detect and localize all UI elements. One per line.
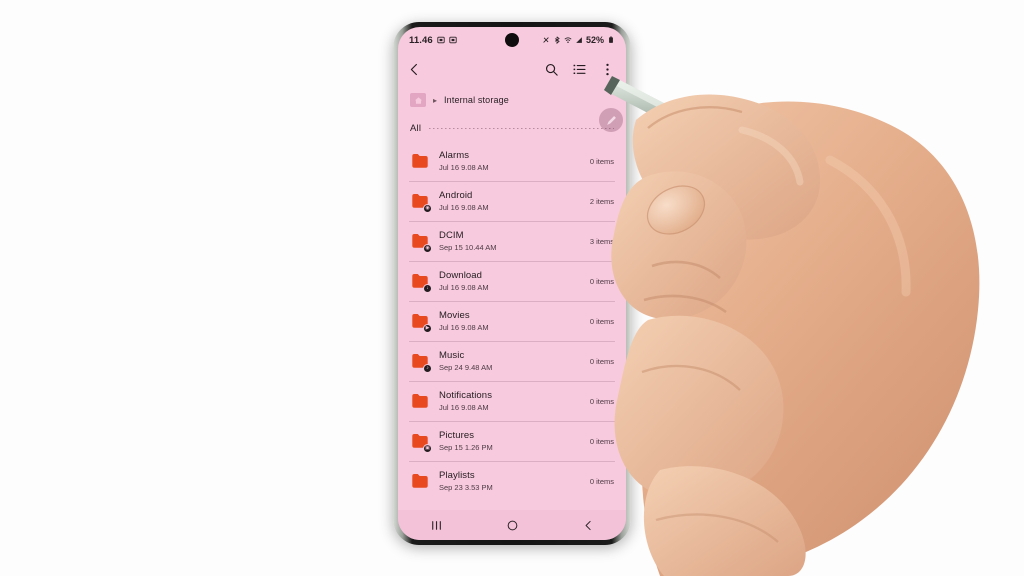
nfc-icon (543, 37, 549, 43)
file-date: Jul 16 9.08 AM (439, 402, 489, 412)
file-name: Music (439, 349, 465, 361)
file-name: Notifications (439, 389, 493, 401)
file-item-count: 0 items (589, 276, 614, 286)
file-list-item[interactable]: ▶ Movies Jul 16 9.08 AM 0 items (398, 301, 626, 341)
phone-device: 11.46 52% ▸ Internal storage All Alarms … (393, 22, 631, 545)
folder-music-icon: ♪ (409, 350, 432, 373)
folder-camera-icon: ◉ (409, 230, 432, 253)
file-list-item[interactable]: Playlists Sep 23 3.53 PM 0 items (398, 461, 626, 501)
file-info: Movies Jul 16 9.08 AM (439, 310, 590, 333)
app-toolbar (398, 53, 626, 85)
file-item-count: 0 items (589, 436, 614, 446)
stylus-pointer-icon (599, 108, 623, 132)
home-icon[interactable] (506, 519, 519, 532)
signal-icon (576, 37, 582, 43)
file-info: Notifications Jul 16 9.08 AM (439, 390, 590, 413)
file-name: Pictures (439, 429, 475, 441)
navigation-bar[interactable] (398, 510, 626, 540)
folder-icon (409, 390, 431, 412)
wifi-icon (564, 37, 572, 43)
file-info: Alarms Jul 16 9.08 AM (439, 150, 590, 173)
back-arrow-icon[interactable] (407, 62, 422, 77)
file-info: DCIM Sep 15 10.44 AM (439, 230, 590, 253)
file-name: Movies (439, 309, 470, 321)
file-info: Playlists Sep 23 3.53 PM (439, 470, 590, 493)
home-folder-icon[interactable] (410, 93, 426, 107)
file-name: Android (439, 189, 473, 201)
phone-screen: 11.46 52% ▸ Internal storage All Alarms … (398, 27, 626, 540)
notification-badge-icon (437, 36, 445, 44)
screenshot-canvas: 11.46 52% ▸ Internal storage All Alarms … (0, 0, 1024, 576)
file-date: Jul 16 9.08 AM (439, 322, 489, 332)
file-info: Android Jul 16 9.08 AM (439, 190, 590, 213)
file-list-item[interactable]: ▣ Pictures Sep 15 1.26 PM 0 items (398, 421, 626, 461)
file-date: Sep 15 1.26 PM (439, 442, 493, 452)
folder-type-badge: ↓ (423, 284, 432, 293)
file-item-count: 0 items (589, 396, 614, 406)
search-icon[interactable] (544, 62, 559, 77)
breadcrumb-path-label[interactable]: Internal storage (444, 95, 509, 105)
folder-icon (409, 150, 431, 172)
file-item-count: 3 items (589, 236, 614, 246)
breadcrumb-separator-icon: ▸ (433, 95, 438, 105)
more-options-icon[interactable] (600, 62, 615, 77)
folder-type-badge: ▶ (423, 324, 432, 333)
file-list-item[interactable]: Alarms Jul 16 9.08 AM 0 items (398, 141, 626, 181)
front-camera-punch-hole (505, 33, 519, 47)
list-view-icon[interactable] (572, 62, 587, 77)
breadcrumb[interactable]: ▸ Internal storage (398, 85, 626, 115)
battery-percent-label: 52% (585, 35, 604, 45)
file-item-count: 0 items (589, 476, 614, 486)
file-list-item[interactable]: ♪ Music Sep 24 9.48 AM 0 items (398, 341, 626, 381)
back-icon[interactable] (582, 519, 595, 532)
status-bar-left: 11.46 (409, 35, 457, 46)
folder-system-icon: ◉ (409, 190, 432, 213)
notification-badge-icon (449, 36, 457, 44)
file-list[interactable]: Alarms Jul 16 9.08 AM 0 items ◉ Android Jul 1… (398, 141, 626, 501)
section-label: All (410, 122, 422, 134)
file-date: Sep 15 10.44 AM (439, 242, 497, 252)
file-name: DCIM (439, 229, 464, 241)
file-list-item[interactable]: ◉ DCIM Sep 15 10.44 AM 3 items (398, 221, 626, 261)
status-bar: 11.46 52% (398, 27, 626, 53)
battery-icon (609, 36, 613, 43)
file-list-item[interactable]: ◉ Android Jul 16 9.08 AM 2 items (398, 181, 626, 221)
folder-download-icon: ↓ (409, 270, 432, 293)
status-bar-clock: 11.46 (409, 34, 433, 46)
file-date: Jul 16 9.08 AM (439, 162, 489, 172)
file-list-item[interactable]: ↓ Download Jul 16 9.08 AM 0 items (398, 261, 626, 301)
recents-icon[interactable] (430, 519, 443, 532)
file-item-count: 0 items (589, 316, 614, 326)
file-date: Sep 24 9.48 AM (439, 362, 493, 372)
bluetooth-icon (554, 36, 560, 44)
file-date: Sep 23 3.53 PM (439, 482, 493, 492)
folder-type-badge: ◉ (423, 204, 432, 213)
file-name: Alarms (439, 149, 470, 161)
section-header-all: All (398, 115, 626, 141)
file-info: Music Sep 24 9.48 AM (439, 350, 590, 373)
folder-type-badge: ▣ (423, 444, 432, 453)
stylus-pen (604, 76, 852, 217)
folder-icon (409, 470, 431, 492)
folder-type-badge: ◉ (423, 244, 432, 253)
file-item-count: 0 items (589, 356, 614, 366)
file-info: Download Jul 16 9.08 AM (439, 270, 590, 293)
file-list-item[interactable]: Notifications Jul 16 9.08 AM 0 items (398, 381, 626, 421)
section-divider (429, 127, 614, 129)
folder-pictures-icon: ▣ (409, 430, 432, 453)
file-item-count: 0 items (589, 156, 614, 166)
file-date: Jul 16 9.08 AM (439, 202, 489, 212)
file-item-count: 2 items (589, 196, 614, 206)
status-bar-right: 52% (542, 35, 615, 45)
file-date: Jul 16 9.08 AM (439, 282, 489, 292)
folder-video-icon: ▶ (409, 310, 432, 333)
folder-type-badge: ♪ (423, 364, 432, 373)
file-name: Playlists (439, 469, 475, 481)
file-name: Download (439, 269, 483, 281)
file-info: Pictures Sep 15 1.26 PM (439, 430, 590, 453)
hand (611, 94, 980, 576)
